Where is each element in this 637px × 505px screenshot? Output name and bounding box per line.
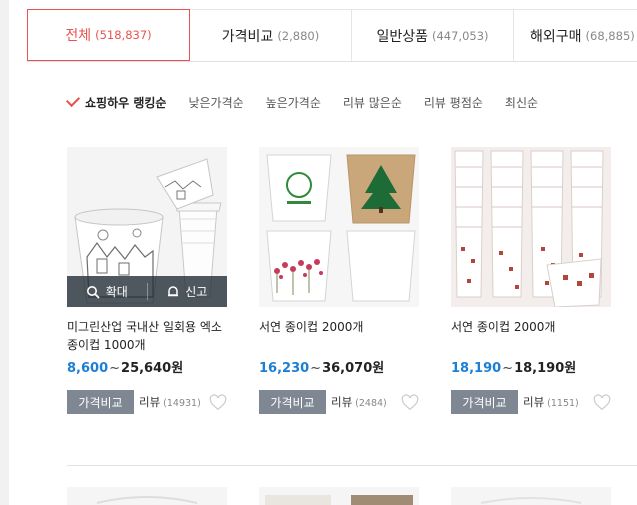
review-count: (2484)	[355, 398, 387, 409]
tab-count: (2,880)	[277, 28, 320, 43]
product-card: 서연 종이컵 2000개 16,230~36,070원 가격비교 리뷰 (2484…	[259, 147, 419, 414]
product-price: 8,600~25,640원	[67, 357, 227, 376]
sort-low-price[interactable]: 낮은가격순	[188, 94, 243, 111]
heart-icon[interactable]	[209, 393, 227, 411]
price-low: 18,190	[451, 361, 502, 376]
product-image[interactable]	[451, 147, 611, 307]
product-image[interactable]	[67, 487, 227, 505]
review-count: (1151)	[547, 398, 579, 409]
sort-ranking[interactable]: 쇼핑하우 랭킹순	[65, 92, 167, 111]
review-link[interactable]: 리뷰 (14931)	[139, 394, 201, 410]
product-meta: 가격비교 리뷰 (14931)	[67, 390, 227, 414]
product-meta: 가격비교 리뷰 (1151)	[451, 390, 611, 414]
bell-icon	[168, 286, 179, 297]
product-name[interactable]: 미그린산업 국내산 일회용 엑소 종이컵 1000개	[67, 318, 227, 354]
left-gutter	[0, 0, 9, 505]
zoom-button[interactable]: 확대	[67, 276, 147, 307]
tab-label: 전체	[65, 28, 92, 44]
row-divider	[67, 465, 637, 466]
heart-icon[interactable]	[593, 393, 611, 411]
tab-count: (68,885)	[585, 28, 635, 43]
review-label: 리뷰	[331, 395, 353, 409]
product-price: 16,230~36,070원	[259, 357, 419, 376]
sort-review-rating[interactable]: 리뷰 평점순	[424, 94, 483, 111]
tab-overseas[interactable]: 해외구매 (68,885)	[514, 9, 637, 61]
category-tabs: 전체 (518,837) 가격비교 (2,880) 일반상품 (447,053)…	[27, 9, 637, 62]
tab-label: 가격비교	[221, 28, 274, 45]
product-card: 서연 종이컵 2000개 18,190~18,190원 가격비교 리뷰 (1151…	[451, 147, 611, 414]
product-card: 확대 신고 미그린산업 국내산 일회용 엑소 종이컵 1000개 8,600~2…	[67, 147, 227, 414]
sort-newest[interactable]: 최신순	[505, 94, 538, 111]
review-count: (14931)	[163, 398, 201, 409]
tab-count: (518,837)	[95, 28, 152, 42]
review-label: 리뷰	[523, 395, 545, 409]
tab-general-products[interactable]: 일반상품 (447,053)	[352, 9, 514, 61]
image-hover-bar: 확대 신고	[67, 276, 227, 307]
price-compare-button[interactable]: 가격비교	[259, 390, 326, 414]
price-high: 25,640원	[121, 361, 184, 376]
price-high: 18,190원	[514, 361, 577, 376]
product-name[interactable]: 서연 종이컵 2000개	[451, 318, 611, 354]
sort-high-price[interactable]: 높은가격순	[266, 94, 321, 111]
product-image[interactable]	[259, 487, 419, 505]
tab-label: 일반상품	[376, 28, 428, 45]
tab-label: 해외구매	[530, 28, 582, 45]
price-low: 16,230	[259, 361, 310, 376]
price-high: 36,070원	[322, 361, 385, 376]
review-label: 리뷰	[139, 395, 161, 409]
magnifier-icon	[86, 285, 100, 299]
check-icon	[65, 92, 81, 108]
review-link[interactable]: 리뷰 (1151)	[523, 394, 579, 410]
review-link[interactable]: 리뷰 (2484)	[331, 394, 387, 410]
product-price: 18,190~18,190원	[451, 357, 611, 376]
product-name[interactable]: 서연 종이컵 2000개	[259, 318, 419, 354]
report-label: 신고	[185, 285, 208, 299]
tab-count: (447,053)	[432, 28, 489, 43]
price-compare-button[interactable]: 가격비교	[67, 390, 134, 414]
sort-label: 쇼핑하우 랭킹순	[85, 95, 167, 110]
product-image[interactable]	[259, 147, 419, 307]
product-image[interactable]	[451, 487, 611, 505]
report-button[interactable]: 신고	[148, 276, 228, 307]
tab-all[interactable]: 전체 (518,837)	[27, 9, 190, 61]
heart-icon[interactable]	[401, 393, 419, 411]
sort-bar: 쇼핑하우 랭킹순 낮은가격순 높은가격순 리뷰 많은순 리뷰 평점순 최신순	[65, 92, 560, 112]
product-meta: 가격비교 리뷰 (2484)	[259, 390, 419, 414]
price-compare-button[interactable]: 가격비교	[451, 390, 518, 414]
price-tilde: ~	[310, 361, 322, 376]
price-tilde: ~	[502, 361, 514, 376]
price-tilde: ~	[109, 361, 121, 376]
zoom-label: 확대	[105, 285, 128, 299]
tab-price-compare[interactable]: 가격비교 (2,880)	[190, 9, 352, 61]
product-image[interactable]: 확대 신고	[67, 147, 227, 307]
sort-most-reviews[interactable]: 리뷰 많은순	[343, 94, 402, 111]
price-low: 8,600	[67, 361, 109, 376]
